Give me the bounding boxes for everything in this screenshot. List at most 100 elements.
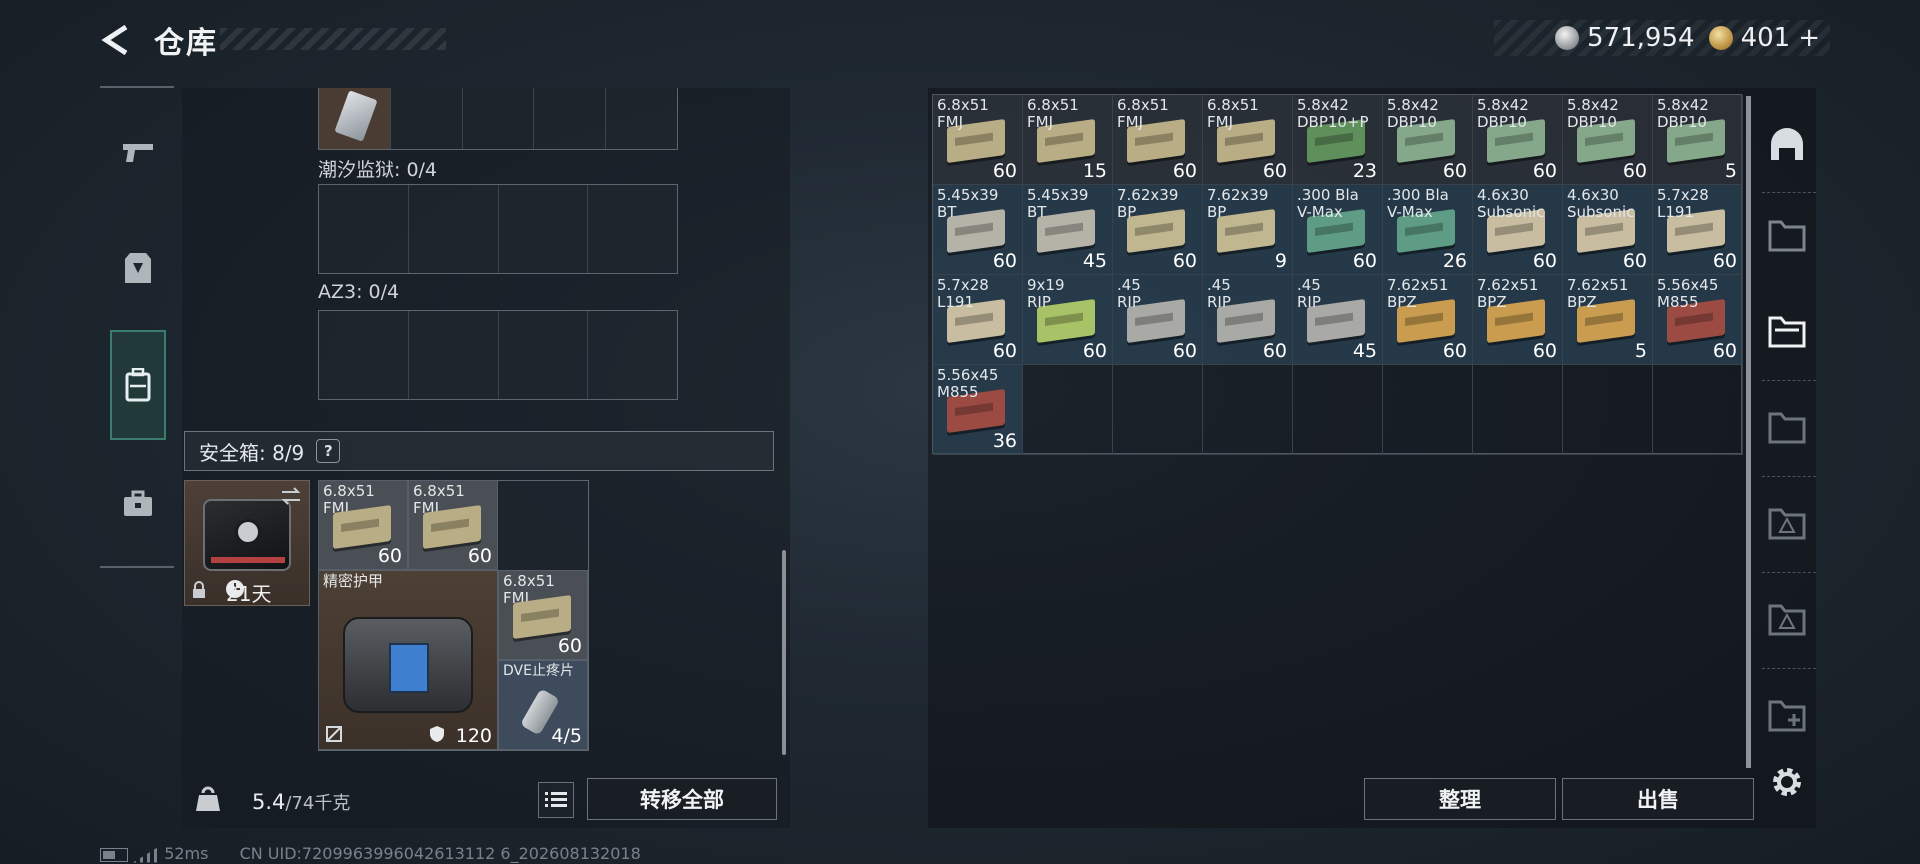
empty-slot[interactable] bbox=[1203, 365, 1293, 455]
warehouse-item[interactable]: 5.8x42 DBP10 5 bbox=[1653, 95, 1743, 185]
weight-readout: 5.4/74千克 bbox=[252, 789, 350, 815]
warehouse-tab-4[interactable] bbox=[1762, 498, 1812, 550]
item-name: 5.8x42 DBP10 bbox=[1477, 96, 1529, 131]
warehouse-item[interactable]: 5.56x45 M855 60 bbox=[1653, 275, 1743, 365]
warehouse-item[interactable]: 5.7x28 L191 60 bbox=[1653, 185, 1743, 275]
warehouse-item[interactable]: 7.62x51 BPZ 60 bbox=[1383, 275, 1473, 365]
gold-currency[interactable]: 401 + bbox=[1708, 23, 1820, 53]
left-scrollbar[interactable] bbox=[782, 550, 786, 755]
item-name: 4.6x30 Subsonic bbox=[1567, 186, 1635, 221]
empty-slot[interactable] bbox=[1113, 365, 1203, 455]
empty-slot[interactable] bbox=[1653, 365, 1743, 455]
item-count: 45 bbox=[1352, 340, 1377, 362]
empty-slot[interactable] bbox=[1563, 365, 1653, 455]
item-count: 60 bbox=[1082, 340, 1107, 362]
warehouse-item[interactable]: 5.56x45 M855 36 bbox=[933, 365, 1023, 455]
warehouse-item[interactable]: 5.8x42 DBP10 60 bbox=[1563, 95, 1653, 185]
warehouse-item[interactable]: 5.8x42 DBP10 60 bbox=[1473, 95, 1563, 185]
item-count: 60 bbox=[1622, 160, 1647, 182]
sell-button[interactable]: 出售 bbox=[1562, 778, 1754, 820]
battery-icon bbox=[100, 847, 128, 862]
back-arrow-icon bbox=[101, 24, 128, 56]
list-view-button[interactable] bbox=[538, 782, 574, 818]
warehouse-tab-3[interactable] bbox=[1762, 402, 1812, 454]
weight-value: 5.4 bbox=[252, 790, 286, 814]
warehouse-item[interactable]: .45 RIP 45 bbox=[1293, 275, 1383, 365]
safe-remaining-days: 21天 bbox=[226, 582, 272, 606]
safe-item-1[interactable]: 6.8x51 FMJ 60 bbox=[318, 480, 408, 570]
side-separator bbox=[1762, 572, 1816, 573]
safe-item-painkiller[interactable]: DVE止疼片 4/5 bbox=[498, 660, 588, 750]
settings-button[interactable] bbox=[1762, 756, 1812, 808]
item-name: 7.62x39 BP bbox=[1207, 186, 1269, 221]
item-count: 60 bbox=[1532, 340, 1557, 362]
backpack-icon bbox=[125, 368, 151, 402]
safe-item-armor[interactable]: 精密护甲 120 bbox=[318, 570, 498, 750]
item-count: 60 bbox=[1532, 250, 1557, 272]
container2-grid[interactable] bbox=[318, 310, 678, 400]
status-bar: 52ms CN UID:7209963996042613112 6_202608… bbox=[100, 844, 641, 863]
warehouse-item[interactable]: 5.45x39 BT 45 bbox=[1023, 185, 1113, 275]
add-gold-button[interactable]: + bbox=[1798, 23, 1820, 53]
nav-divider-bottom bbox=[100, 566, 174, 568]
warehouse-item[interactable]: 7.62x39 BP 9 bbox=[1203, 185, 1293, 275]
warehouse-item[interactable]: 4.6x30 Subsonic 60 bbox=[1563, 185, 1653, 275]
warehouse-item[interactable]: .45 RIP 60 bbox=[1203, 275, 1293, 365]
back-button[interactable] bbox=[98, 22, 136, 58]
safe-box-label: 安全箱: 8/9 bbox=[199, 440, 305, 465]
warehouse-item[interactable]: 6.8x51 FMJ 60 bbox=[1113, 95, 1203, 185]
item-name: 5.8x42 DBP10 bbox=[1387, 96, 1439, 131]
container1-grid[interactable] bbox=[318, 184, 678, 274]
item-name: .300 Bla V-Max bbox=[1297, 186, 1359, 221]
warehouse-item[interactable]: 6.8x51 FMJ 60 bbox=[1203, 95, 1293, 185]
nav-backpack-active[interactable] bbox=[110, 330, 166, 440]
side-separator bbox=[1762, 192, 1816, 193]
warehouse-tab-2-active[interactable] bbox=[1762, 306, 1812, 358]
warehouse-item[interactable]: 5.45x39 BT 60 bbox=[933, 185, 1023, 275]
item-count: 60 bbox=[992, 340, 1017, 362]
warehouse-scrollbar[interactable] bbox=[1746, 96, 1751, 768]
container-item[interactable] bbox=[319, 88, 391, 149]
safe-item-2[interactable]: 6.8x51 FMJ 60 bbox=[408, 480, 498, 570]
warehouse-item[interactable]: 9x19 RIP 60 bbox=[1023, 275, 1113, 365]
empty-slot[interactable] bbox=[1473, 365, 1563, 455]
warehouse-item[interactable]: 5.8x42 DBP10+P 23 bbox=[1293, 95, 1383, 185]
warehouse-item[interactable]: 7.62x39 BP 60 bbox=[1113, 185, 1203, 275]
warehouse-item[interactable]: 5.7x28 L191 60 bbox=[933, 275, 1023, 365]
item-count: 60 bbox=[1712, 340, 1737, 362]
nav-case[interactable] bbox=[110, 476, 166, 532]
page-title: 仓库 bbox=[154, 26, 218, 61]
item-count: 60 bbox=[1712, 250, 1737, 272]
item-name: 6.8x51 FMJ bbox=[1117, 96, 1169, 131]
warehouse-item[interactable]: 6.8x51 FMJ 60 bbox=[933, 95, 1023, 185]
item-name: 5.45x39 BT bbox=[1027, 186, 1089, 221]
empty-slot[interactable] bbox=[1383, 365, 1473, 455]
warehouse-item[interactable]: 5.8x42 DBP10 60 bbox=[1383, 95, 1473, 185]
warehouse-item[interactable]: .300 Bla V-Max 60 bbox=[1293, 185, 1383, 275]
transfer-all-button[interactable]: 转移全部 bbox=[587, 778, 777, 820]
nav-weapons[interactable] bbox=[110, 124, 166, 180]
warehouse-tab-5[interactable] bbox=[1762, 594, 1812, 646]
warehouse-item[interactable]: 7.62x51 BPZ 60 bbox=[1473, 275, 1563, 365]
safe-item-3[interactable]: 6.8x51 FMJ 60 bbox=[498, 570, 588, 660]
item-name: .45 RIP bbox=[1207, 276, 1231, 311]
empty-slot[interactable] bbox=[1293, 365, 1383, 455]
warehouse-item[interactable]: .45 RIP 60 bbox=[1113, 275, 1203, 365]
list-icon bbox=[545, 792, 567, 807]
title-decoration bbox=[220, 28, 446, 50]
warehouse-item[interactable]: 7.62x51 BPZ 5 bbox=[1563, 275, 1653, 365]
empty-slot[interactable] bbox=[1023, 365, 1113, 455]
help-button[interactable]: ? bbox=[316, 439, 341, 463]
add-warehouse-button[interactable] bbox=[1762, 690, 1812, 742]
warehouse-tab-1[interactable] bbox=[1762, 210, 1812, 262]
warehouse-item[interactable]: 6.8x51 FMJ 15 bbox=[1023, 95, 1113, 185]
nav-armor[interactable] bbox=[110, 240, 166, 296]
partial-container-grid bbox=[318, 88, 678, 150]
swap-icon[interactable] bbox=[279, 485, 303, 507]
warehouse-item[interactable]: 4.6x30 Subsonic 60 bbox=[1473, 185, 1563, 275]
warehouse-tab-helmet[interactable] bbox=[1762, 118, 1812, 170]
warehouse-item[interactable]: .300 Bla V-Max 26 bbox=[1383, 185, 1473, 275]
item-count: 5 bbox=[1634, 340, 1647, 362]
sort-button[interactable]: 整理 bbox=[1364, 778, 1556, 820]
container2-label: AZ3: 0/4 bbox=[318, 281, 400, 303]
